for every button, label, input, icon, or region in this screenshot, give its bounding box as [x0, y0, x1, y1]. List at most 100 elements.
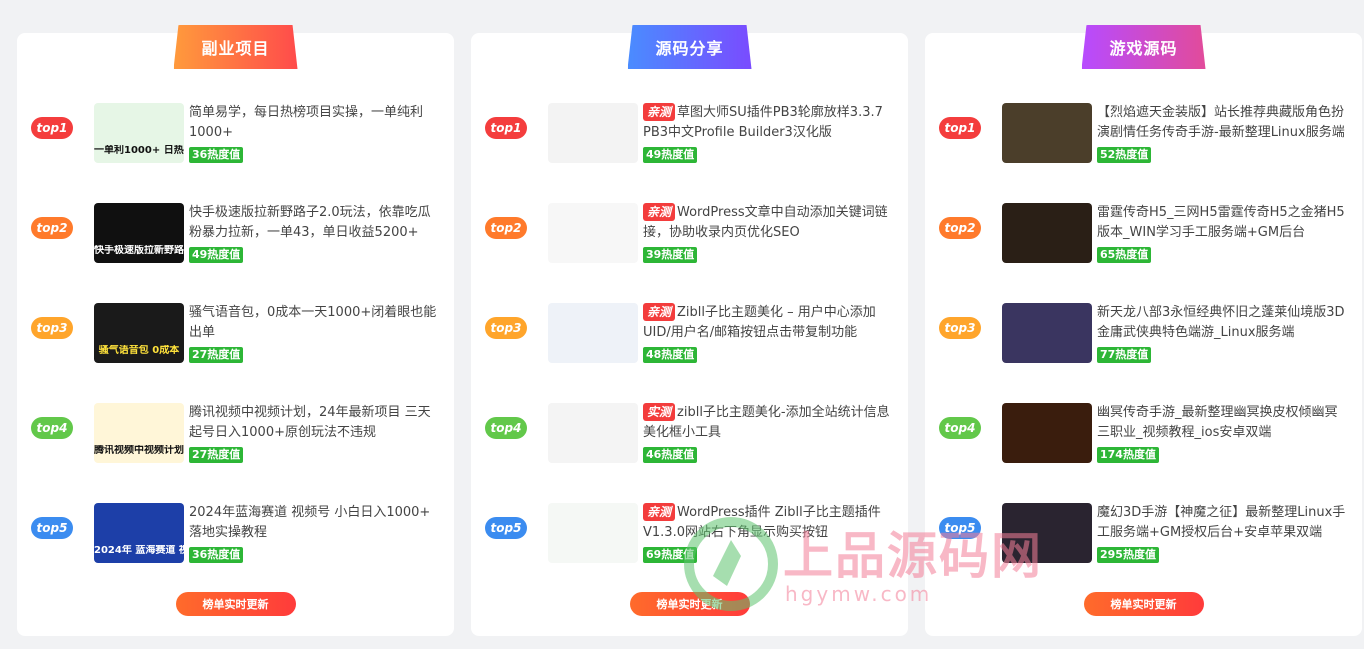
heat-value: 174热度值: [1097, 447, 1159, 463]
list-item[interactable]: top2 快手极速版拉新野路子 快手极速版拉新野路子2.0玩法，依靠吃瓜粉暴力拉…: [17, 201, 454, 301]
rank-badge: top5: [31, 517, 73, 539]
heat-value: 36热度值: [189, 147, 244, 163]
card-title-ribbon: 游戏源码: [1081, 25, 1206, 69]
tested-tag: 实测: [643, 403, 676, 421]
heat-value: 36热度值: [189, 547, 244, 563]
heat-value: 27热度值: [189, 347, 244, 363]
item-title[interactable]: 简单易学，每日热榜项目实操，一单纯利1000+: [189, 103, 440, 143]
item-thumbnail[interactable]: [1002, 203, 1092, 263]
item-thumbnail[interactable]: [548, 203, 638, 263]
tested-tag: 亲测: [643, 503, 676, 521]
heat-value: 49热度值: [643, 147, 698, 163]
rank-badge: top1: [31, 117, 73, 139]
realtime-update-button[interactable]: 榜单实时更新: [1083, 592, 1204, 616]
list-item[interactable]: top2 亲测 WordPress文章中自动添加关键词链接，协助收录内页优化SEO…: [471, 201, 908, 301]
item-title-text: WordPress文章中自动添加关键词链接，协助收录内页优化SEO: [643, 205, 888, 240]
heat-value: 65热度值: [1097, 247, 1152, 263]
item-title-text: 草图大师SU插件PB3轮廓放样3.3.7 PB3中文Profile Builde…: [643, 105, 883, 140]
item-title[interactable]: 雷霆传奇H5_三网H5雷霆传奇H5之金猪H5版本_WIN学习手工服务端+GM后台: [1097, 203, 1348, 243]
hot-list-card: 源码分享 top1 亲测 草图大师SU插件PB3轮廓放样3.3.7 PB3中文Pr…: [471, 25, 908, 636]
item-title-text: 2024年蓝海赛道 视频号 小白日入1000+ 落地实操教程: [189, 505, 431, 540]
item-title[interactable]: 2024年蓝海赛道 视频号 小白日入1000+ 落地实操教程: [189, 503, 440, 543]
item-title-text: 【烈焰遮天金装版】站长推荐典藏版角色扮演剧情任务传奇手游-最新整理Linux服务…: [1097, 105, 1345, 140]
heat-value: 27热度值: [189, 447, 244, 463]
rank-badge: top2: [485, 217, 527, 239]
item-title[interactable]: 腾讯视频中视频计划，24年最新项目 三天起号日入1000+原创玩法不违规: [189, 403, 440, 443]
rank-badge: top3: [31, 317, 73, 339]
card-title-ribbon: 源码分享: [627, 25, 752, 69]
item-thumbnail[interactable]: 腾讯视频中视频计划: [94, 403, 184, 463]
heat-value: 77热度值: [1097, 347, 1152, 363]
list-item[interactable]: top3 骚气语音包 0成本 骚气语音包，0成本一天1000+闭着眼也能出单 2…: [17, 301, 454, 401]
rank-badge: top4: [31, 417, 73, 439]
tested-tag: 亲测: [643, 103, 676, 121]
item-title[interactable]: 实测 zibll子比主题美化-添加全站统计信息美化框小工具: [643, 403, 894, 443]
heat-value: 46热度值: [643, 447, 698, 463]
heat-value: 295热度值: [1097, 547, 1159, 563]
heat-value: 49热度值: [189, 247, 244, 263]
item-title[interactable]: 亲测 Zibll子比主题美化 – 用户中心添加UID/用户名/邮箱按钮点击带复制功…: [643, 303, 894, 343]
thumbnail-caption: 腾讯视频中视频计划: [94, 445, 184, 456]
item-title-text: 快手极速版拉新野路子2.0玩法，依靠吃瓜粉暴力拉新，一单43，单日收益5200+: [189, 205, 431, 240]
rank-badge: top5: [485, 517, 527, 539]
heat-value: 52热度值: [1097, 147, 1152, 163]
list-item[interactable]: top1 一单利1000+ 日热榜项目 简单易学，每日热榜项目实操，一单纯利10…: [17, 101, 454, 201]
item-thumbnail[interactable]: [548, 303, 638, 363]
item-thumbnail[interactable]: [1002, 303, 1092, 363]
item-thumbnail[interactable]: [548, 103, 638, 163]
item-title[interactable]: 新天龙八部3永恒经典怀旧之蓬莱仙境版3D金庸武侠典特色端游_Linux服务端: [1097, 303, 1348, 343]
hot-list: top1 【烈焰遮天金装版】站长推荐典藏版角色扮演剧情任务传奇手游-最新整理Li…: [925, 101, 1362, 601]
item-title-text: 魔幻3D手游【神魔之征】最新整理Linux手工服务端+GM授权后台+安卓苹果双端: [1097, 505, 1346, 540]
item-title[interactable]: 亲测 草图大师SU插件PB3轮廓放样3.3.7 PB3中文Profile Buil…: [643, 103, 894, 143]
heat-value: 39热度值: [643, 247, 698, 263]
item-thumbnail[interactable]: [548, 403, 638, 463]
hot-list-card: 副业项目 top1 一单利1000+ 日热榜项目 简单易学，每日热榜项目实操，一…: [17, 25, 454, 636]
realtime-update-button[interactable]: 榜单实时更新: [175, 592, 296, 616]
list-item[interactable]: top1 【烈焰遮天金装版】站长推荐典藏版角色扮演剧情任务传奇手游-最新整理Li…: [925, 101, 1362, 201]
item-thumbnail[interactable]: [548, 503, 638, 563]
list-item[interactable]: top5 2024年 蓝海赛道 视频号 2024年蓝海赛道 视频号 小白日入10…: [17, 501, 454, 601]
item-title[interactable]: 亲测 WordPress文章中自动添加关键词链接，协助收录内页优化SEO: [643, 203, 894, 243]
list-item[interactable]: top1 亲测 草图大师SU插件PB3轮廓放样3.3.7 PB3中文Profile…: [471, 101, 908, 201]
hot-list: top1 一单利1000+ 日热榜项目 简单易学，每日热榜项目实操，一单纯利10…: [17, 101, 454, 601]
thumbnail-caption: 骚气语音包 0成本: [98, 345, 180, 356]
list-item[interactable]: top4 实测 zibll子比主题美化-添加全站统计信息美化框小工具 46热度值: [471, 401, 908, 501]
item-thumbnail[interactable]: [1002, 103, 1092, 163]
rank-badge: top2: [31, 217, 73, 239]
rank-badge: top3: [939, 317, 981, 339]
realtime-update-button[interactable]: 榜单实时更新: [629, 592, 750, 616]
list-item[interactable]: top5 魔幻3D手游【神魔之征】最新整理Linux手工服务端+GM授权后台+安…: [925, 501, 1362, 601]
item-title[interactable]: 幽冥传奇手游_最新整理幽冥换皮权倾幽冥三职业_视频教程_ios安卓双端: [1097, 403, 1348, 443]
item-thumbnail[interactable]: 快手极速版拉新野路子: [94, 203, 184, 263]
item-title[interactable]: 亲测 WordPress插件 Zibll子比主题插件V1.3.0网站右下角显示购买…: [643, 503, 894, 543]
heat-value: 69热度值: [643, 547, 698, 563]
hot-list-card: 游戏源码 top1 【烈焰遮天金装版】站长推荐典藏版角色扮演剧情任务传奇手游-最…: [925, 25, 1362, 636]
item-thumbnail[interactable]: 2024年 蓝海赛道 视频号: [94, 503, 184, 563]
rank-badge: top4: [939, 417, 981, 439]
rank-badge: top4: [485, 417, 527, 439]
list-item[interactable]: top4 幽冥传奇手游_最新整理幽冥换皮权倾幽冥三职业_视频教程_ios安卓双端…: [925, 401, 1362, 501]
card-title-ribbon: 副业项目: [173, 25, 298, 69]
rank-badge: top1: [939, 117, 981, 139]
item-title-text: zibll子比主题美化-添加全站统计信息美化框小工具: [643, 405, 890, 440]
list-item[interactable]: top2 雷霆传奇H5_三网H5雷霆传奇H5之金猪H5版本_WIN学习手工服务端…: [925, 201, 1362, 301]
item-thumbnail[interactable]: 骚气语音包 0成本: [94, 303, 184, 363]
hot-list: top1 亲测 草图大师SU插件PB3轮廓放样3.3.7 PB3中文Profile…: [471, 101, 908, 601]
item-title-text: 新天龙八部3永恒经典怀旧之蓬莱仙境版3D金庸武侠典特色端游_Linux服务端: [1097, 305, 1345, 340]
thumbnail-caption: 快手极速版拉新野路子: [94, 245, 184, 256]
list-item[interactable]: top4 腾讯视频中视频计划 腾讯视频中视频计划，24年最新项目 三天起号日入1…: [17, 401, 454, 501]
list-item[interactable]: top5 亲测 WordPress插件 Zibll子比主题插件V1.3.0网站右下…: [471, 501, 908, 601]
item-thumbnail[interactable]: [1002, 403, 1092, 463]
thumbnail-caption: 2024年 蓝海赛道 视频号: [94, 545, 184, 556]
list-item[interactable]: top3 新天龙八部3永恒经典怀旧之蓬莱仙境版3D金庸武侠典特色端游_Linux…: [925, 301, 1362, 401]
item-title-text: Zibll子比主题美化 – 用户中心添加UID/用户名/邮箱按钮点击带复制功能: [643, 305, 876, 340]
item-title[interactable]: 快手极速版拉新野路子2.0玩法，依靠吃瓜粉暴力拉新，一单43，单日收益5200+: [189, 203, 440, 243]
item-title-text: 雷霆传奇H5_三网H5雷霆传奇H5之金猪H5版本_WIN学习手工服务端+GM后台: [1097, 205, 1345, 240]
item-title[interactable]: 【烈焰遮天金装版】站长推荐典藏版角色扮演剧情任务传奇手游-最新整理Linux服务…: [1097, 103, 1348, 143]
item-title[interactable]: 魔幻3D手游【神魔之征】最新整理Linux手工服务端+GM授权后台+安卓苹果双端: [1097, 503, 1348, 543]
item-thumbnail[interactable]: 一单利1000+ 日热榜项目: [94, 103, 184, 163]
list-item[interactable]: top3 亲测 Zibll子比主题美化 – 用户中心添加UID/用户名/邮箱按钮点…: [471, 301, 908, 401]
item-thumbnail[interactable]: [1002, 503, 1092, 563]
heat-value: 48热度值: [643, 347, 698, 363]
item-title[interactable]: 骚气语音包，0成本一天1000+闭着眼也能出单: [189, 303, 440, 343]
